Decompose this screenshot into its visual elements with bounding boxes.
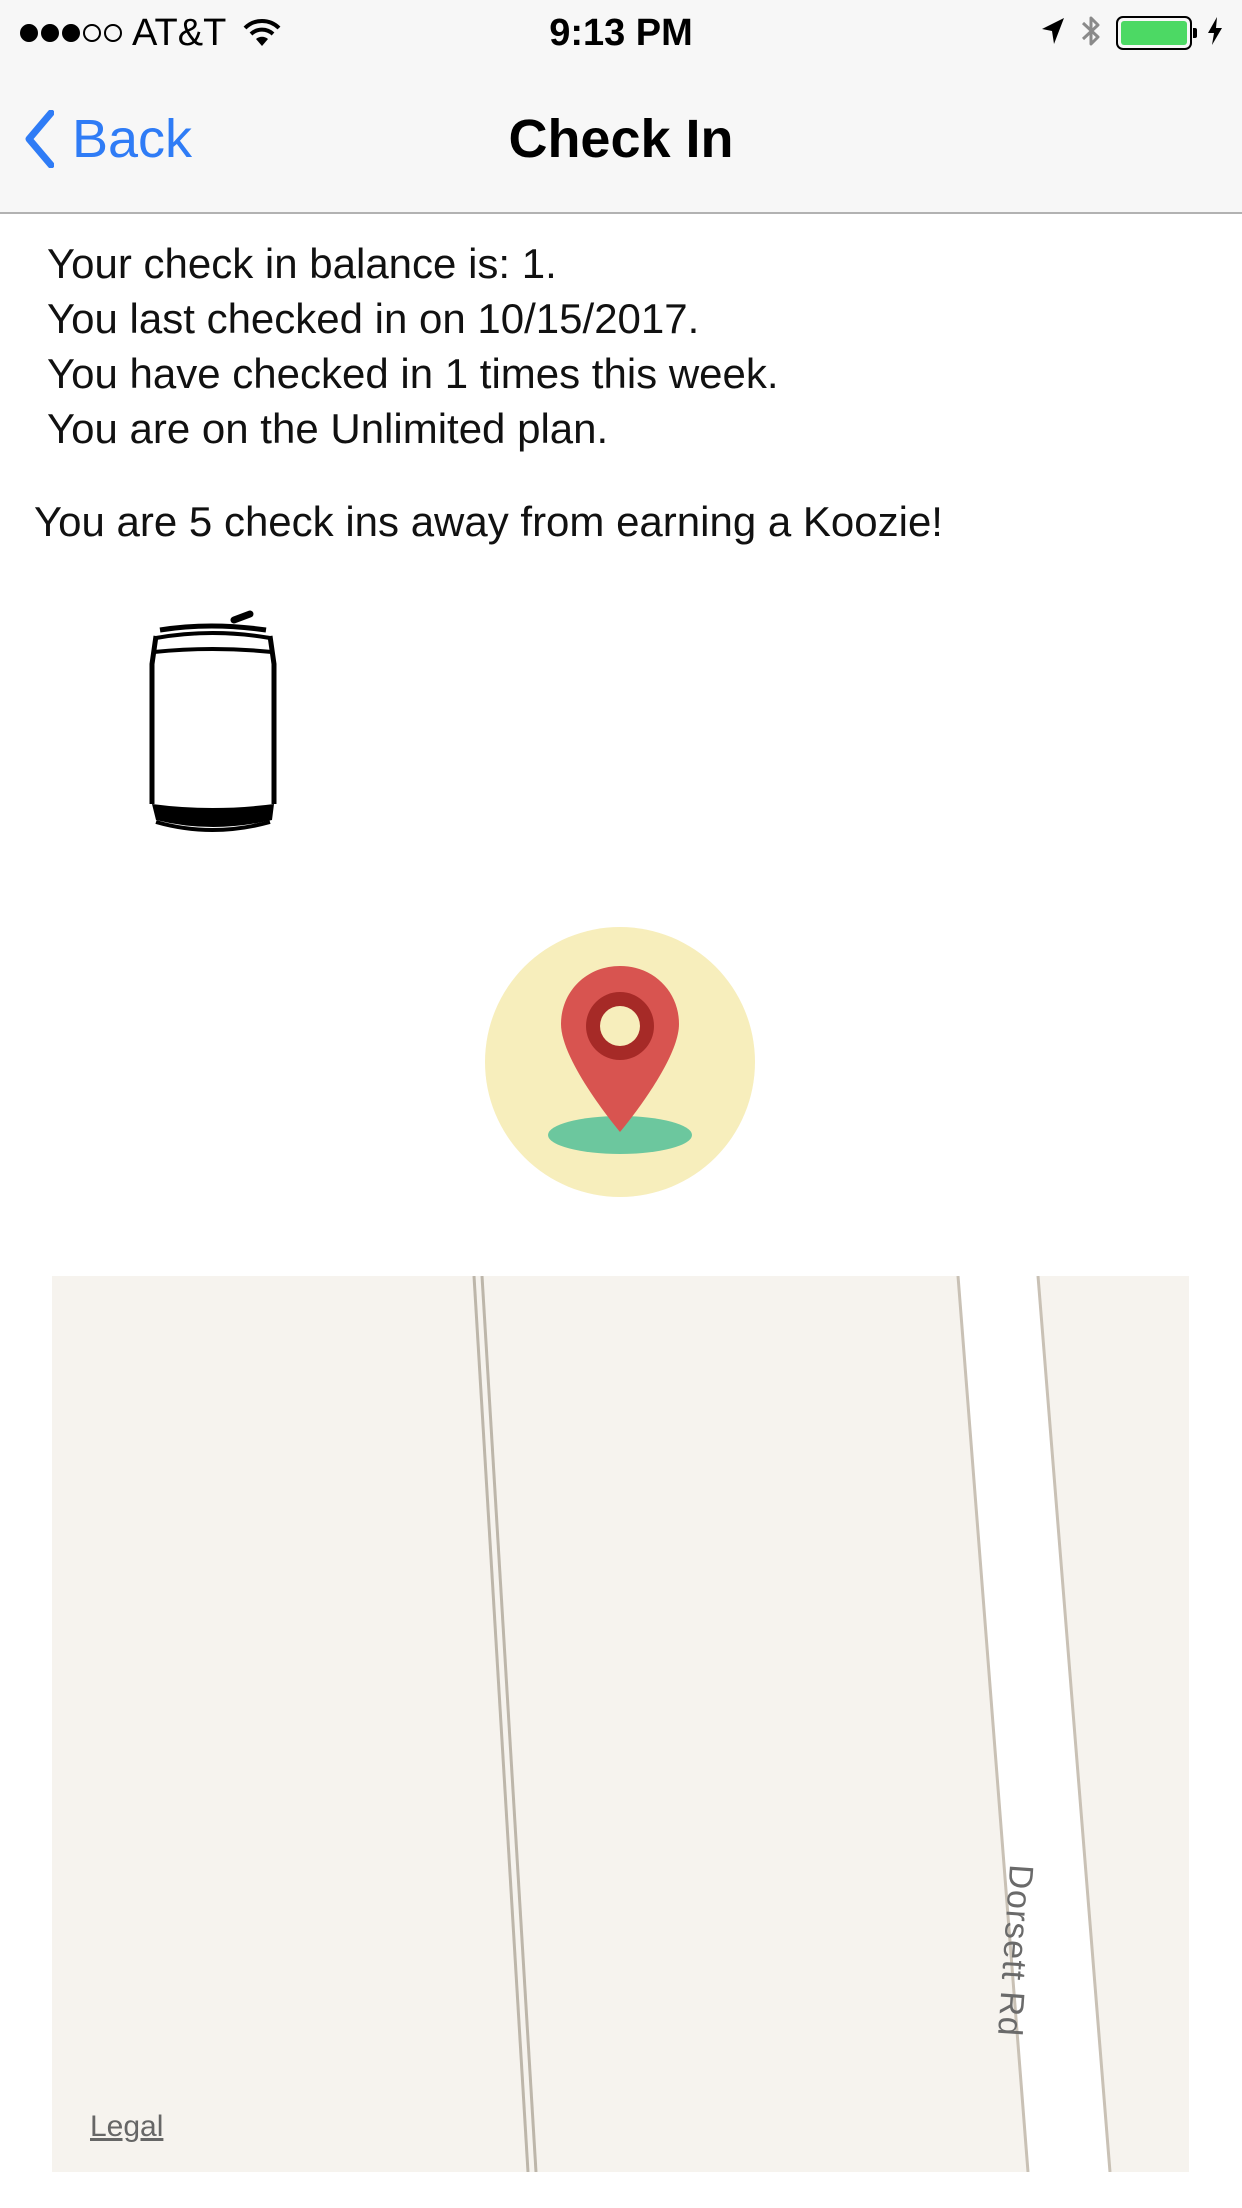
page-title: Check In (508, 109, 734, 169)
check-in-screen: AT&T 9:13 PM Back Check In Your check in… (0, 0, 1242, 2208)
location-arrow-icon (1040, 16, 1066, 51)
map-pin-icon (485, 927, 755, 1197)
plan-text: You are on the Unlimited plan. (47, 405, 609, 452)
weekly-count-text: You have checked in 1 times this week. (47, 350, 779, 397)
last-checkin-text: You last checked in on 10/15/2017. (47, 295, 700, 342)
legal-link[interactable]: Legal (90, 2110, 163, 2144)
check-in-info: Your check in balance is: 1. You last ch… (47, 236, 779, 456)
navigation-bar: AT&T 9:13 PM Back Check In (0, 0, 1242, 214)
beer-can-icon (146, 608, 280, 836)
bluetooth-icon (1080, 13, 1102, 54)
charging-bolt-icon (1206, 16, 1224, 51)
koozie-progress-text: You are 5 check ins away from earning a … (34, 498, 943, 545)
status-bar-right (1040, 10, 1224, 56)
battery-icon (1116, 16, 1197, 50)
check-in-pin-button[interactable] (484, 926, 756, 1198)
map-view[interactable]: Dorsett Rd Legal (52, 1276, 1189, 2172)
balance-text: Your check in balance is: 1. (47, 240, 557, 287)
